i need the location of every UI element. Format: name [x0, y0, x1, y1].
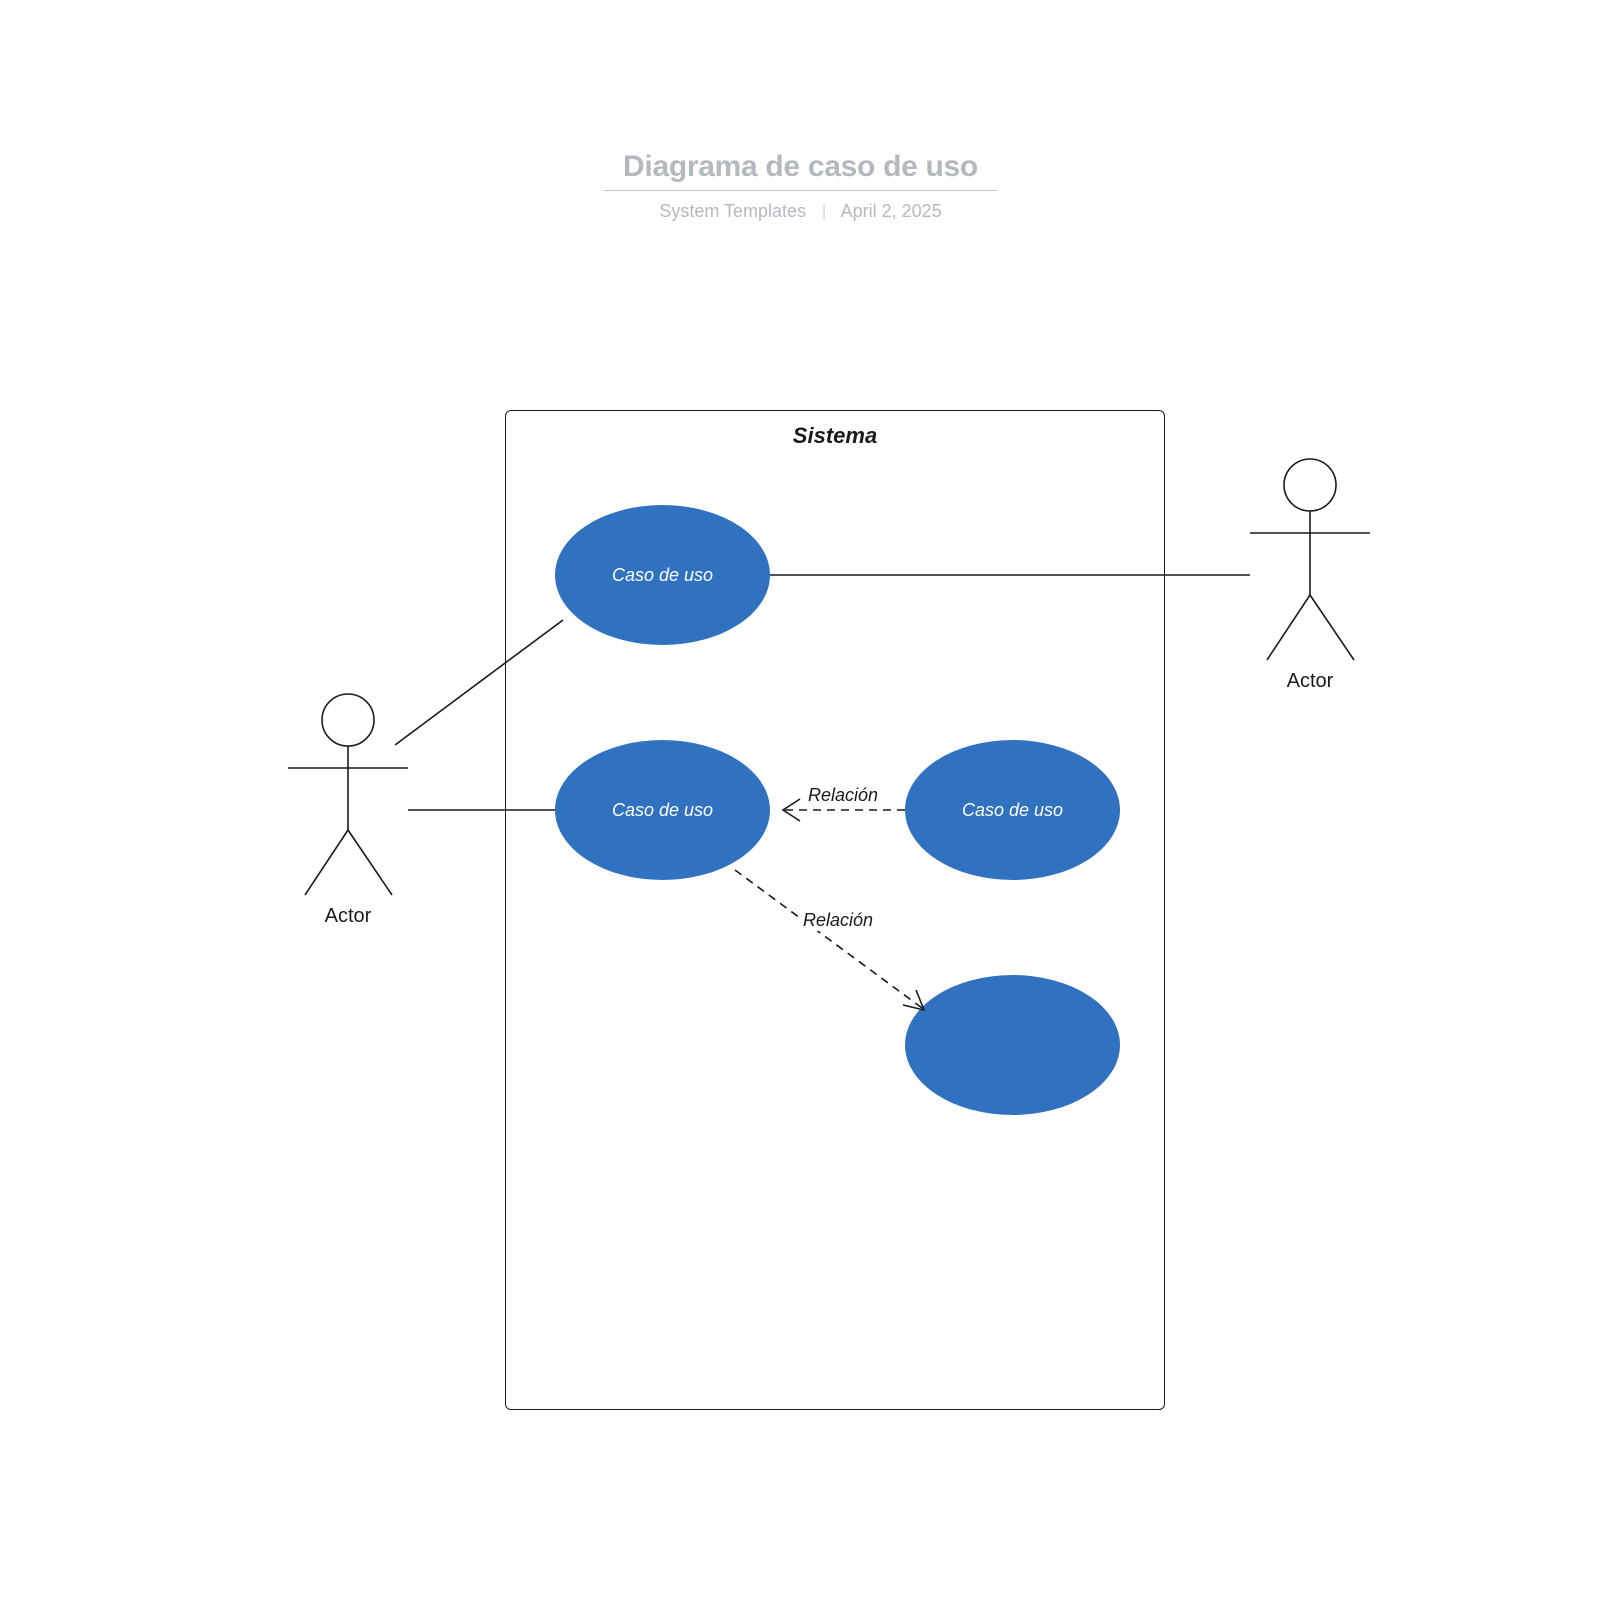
actor-left-icon: [288, 694, 408, 895]
system-title: Sistema: [506, 423, 1164, 449]
usecase-1-label: Caso de uso: [612, 565, 713, 586]
usecase-4: [905, 975, 1120, 1115]
usecase-2-label: Caso de uso: [612, 800, 713, 821]
usecase-1: Caso de uso: [555, 505, 770, 645]
relation-label-1: Relación: [805, 785, 881, 806]
actor-right-label: Actor: [1280, 670, 1340, 693]
usecase-3: Caso de uso: [905, 740, 1120, 880]
actor-left-label: Actor: [318, 905, 378, 928]
usecase-2: Caso de uso: [555, 740, 770, 880]
relation-label-2: Relación: [800, 910, 876, 931]
usecase-3-label: Caso de uso: [962, 800, 1063, 821]
diagram-canvas: Sistema Caso de uso Caso de uso Caso de …: [0, 0, 1601, 1601]
actor-right-icon: [1250, 459, 1370, 660]
